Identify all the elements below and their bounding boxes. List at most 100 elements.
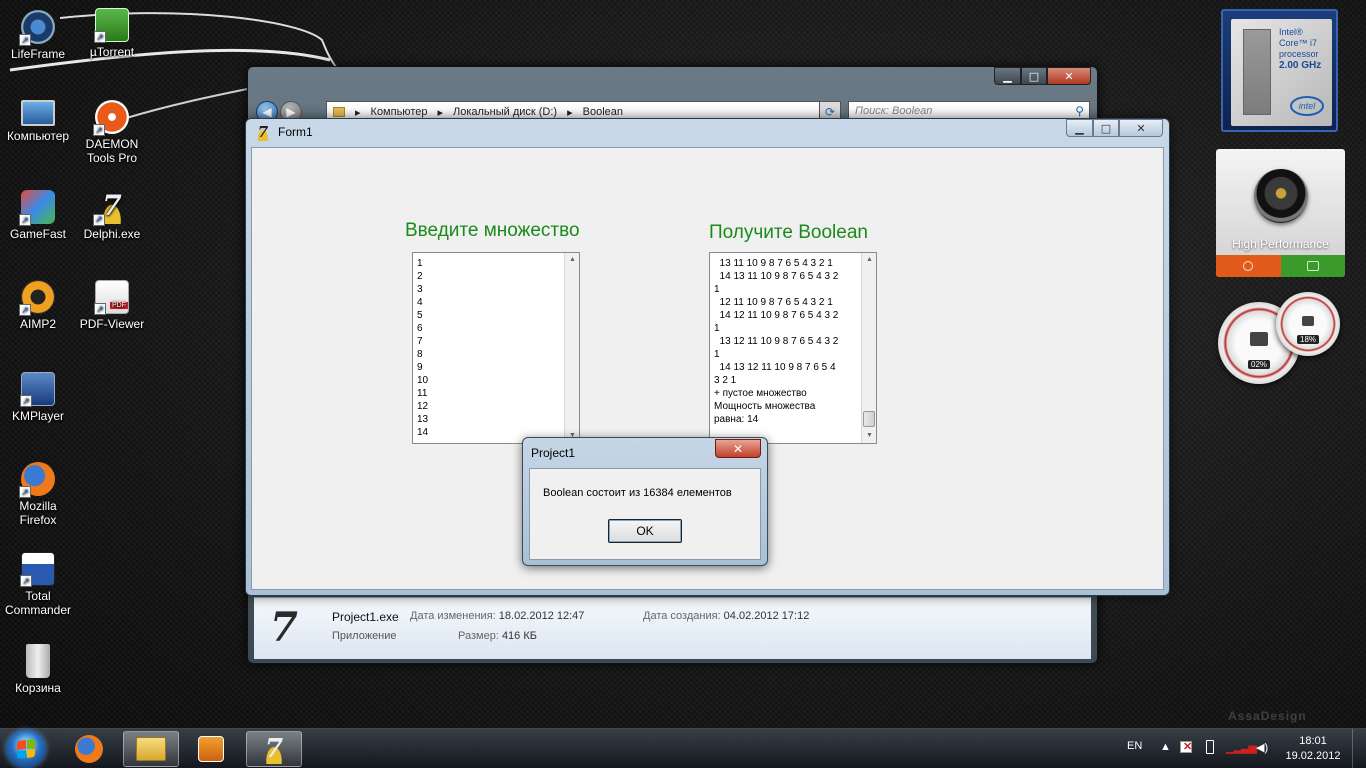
desktop-icon-daemon-tools[interactable]: ↗ DAEMON Tools Pro: [74, 100, 150, 165]
input-set-line: 1: [417, 258, 423, 269]
message-dialog[interactable]: Project1 ✕ Boolean состоит из 16384 елем…: [522, 437, 768, 566]
media-player-icon: [198, 736, 224, 762]
boolean-output-line: Мощность множества: [714, 401, 816, 412]
form1-maximize-button[interactable]: □: [1093, 119, 1119, 137]
power-saver-button[interactable]: [1216, 255, 1281, 277]
windows-logo-icon: [17, 739, 35, 759]
aimp-icon: ↗: [19, 280, 55, 316]
cpu-line: Core™ i7: [1279, 38, 1318, 48]
breadcrumb-computer[interactable]: Компьютер: [371, 106, 428, 118]
cpu-brand: Intel®: [1279, 27, 1303, 37]
desktop-icon-firefox[interactable]: ↗ Mozilla Firefox: [0, 462, 76, 527]
power-off-icon: [1243, 261, 1254, 271]
desktop-icon-recycle-bin[interactable]: Корзина: [0, 644, 76, 695]
scroll-up-icon[interactable]: ▲: [565, 253, 579, 267]
desktop-icon-computer[interactable]: Компьютер: [0, 100, 76, 143]
breadcrumb-folder[interactable]: Boolean: [583, 106, 623, 118]
cpu-gauge-value: 02%: [1247, 360, 1271, 370]
dialog-title: Project1: [531, 446, 576, 460]
boolean-output-line: 14 12 11 10 9 8 7 6 5 4 3 2: [714, 310, 839, 321]
boolean-output-line: 13 12 11 10 9 8 7 6 5 4 3 2: [714, 336, 839, 347]
taskbar-explorer[interactable]: [123, 731, 179, 767]
input-set-line: 7: [417, 336, 423, 347]
input-set-line: 13: [417, 414, 429, 425]
gamefast-icon: ↗: [19, 190, 55, 226]
cpu-badge-gadget[interactable]: Intel® Core™ i7 processor 2.00 GHz intel: [1221, 9, 1338, 132]
memory-gauge[interactable]: 18%: [1276, 292, 1340, 356]
battery-icon: [1306, 261, 1319, 271]
explorer-minimize-button[interactable]: ▁: [994, 67, 1021, 85]
memory-chip-icon: [1302, 315, 1314, 326]
scroll-down-icon[interactable]: ▼: [862, 429, 876, 443]
webcam-icon: ↗: [19, 10, 55, 46]
power-knob-icon[interactable]: [1254, 169, 1308, 223]
boolean-output-line: 14 13 11 10 9 8 7 6 5 4 3 2: [714, 271, 839, 282]
input-set-line: 3: [417, 284, 423, 295]
power-plan-label: High Performance: [1232, 237, 1329, 251]
form1-minimize-button[interactable]: ▁: [1066, 119, 1093, 137]
network-icon[interactable]: ▁▂▃▅: [1226, 741, 1257, 754]
form1-close-button[interactable]: ✕: [1119, 119, 1163, 137]
language-indicator[interactable]: EN: [1127, 740, 1142, 752]
size-value: 416 КБ: [501, 630, 537, 642]
desktop-icon-label: GameFast: [9, 227, 66, 241]
file-name: Project1.exe: [332, 610, 399, 624]
input-memo-scrollbar[interactable]: ▲ ▼: [564, 253, 579, 443]
boolean-output-line: 12 11 10 9 8 7 6 5 4 3 2 1: [714, 297, 833, 308]
show-hidden-icons-icon[interactable]: ▲: [1160, 741, 1171, 753]
desktop-icon-lifeframe[interactable]: ↗ LifeFrame: [0, 10, 76, 61]
battery-tray-icon[interactable]: [1206, 740, 1214, 754]
recycle-bin-icon: [26, 644, 50, 678]
cpu-chip-image: Intel® Core™ i7 processor 2.00 GHz intel: [1231, 19, 1332, 126]
desktop-icon-aimp[interactable]: ↗ AIMP2: [0, 280, 76, 331]
desktop-icon-label: PDF-Viewer: [79, 317, 145, 331]
breadcrumb-drive[interactable]: Локальный диск (D:): [453, 106, 557, 118]
explorer-maximize-button[interactable]: □: [1021, 67, 1047, 85]
input-set-line: 12: [417, 401, 429, 412]
scroll-up-icon[interactable]: ▲: [862, 253, 876, 267]
desktop-icon-label: KMPlayer: [11, 409, 64, 423]
taskbar-delphi-project[interactable]: 7: [246, 731, 302, 767]
explorer-close-button[interactable]: ✕: [1047, 67, 1091, 85]
desktop-icon-label: Total Commander: [4, 589, 72, 617]
output-memo-scrollbar[interactable]: ▲ ▼: [861, 253, 876, 443]
input-set-line: 5: [417, 310, 423, 321]
boolean-output-line: 1: [714, 323, 720, 334]
folder-icon: [333, 107, 345, 117]
total-commander-icon: ↗: [20, 552, 55, 587]
power-plan-gadget[interactable]: High Performance: [1216, 149, 1345, 277]
desktop-icon-label: DAEMON Tools Pro: [85, 137, 139, 165]
desktop-icon-label: Компьютер: [6, 129, 70, 143]
modified-value: 18.02.2012 12:47: [498, 610, 585, 622]
desktop-icon-utorrent[interactable]: ↗ µTorrent: [74, 8, 150, 59]
scrollbar-thumb[interactable]: [863, 411, 875, 427]
show-desktop-button[interactable]: [1352, 729, 1366, 768]
desktop-icon-pdf-viewer[interactable]: PDF ↗ PDF-Viewer: [74, 280, 150, 331]
volume-icon[interactable]: ◀): [1256, 741, 1268, 754]
input-set-memo[interactable]: 1 2 3 4 5 6 7 8 9 10 11 12 13 14 ▲ ▼: [412, 252, 580, 444]
desktop-icon-total-commander[interactable]: ↗ Total Commander: [0, 552, 76, 617]
utorrent-icon: ↗: [94, 8, 129, 43]
delphi-icon: 7 ↗: [93, 190, 129, 226]
desktop-icon-delphi[interactable]: 7 ↗ Delphi.exe: [74, 190, 150, 242]
pdf-icon: PDF ↗: [94, 280, 129, 315]
desktop-icon-gamefast[interactable]: ↗ GameFast: [0, 190, 76, 241]
desktop-icon-label: LifeFrame: [10, 47, 66, 61]
taskbar-media-player[interactable]: [183, 731, 239, 767]
tray-clock[interactable]: 18:01 19.02.2012: [1280, 734, 1346, 764]
delphi-logo-icon: 7: [254, 123, 272, 141]
boolean-result-heading: Получите Boolean: [709, 222, 868, 243]
action-center-icon[interactable]: ✕: [1180, 741, 1192, 753]
wallpaper-watermark: AssaDesign: [1228, 709, 1307, 723]
battery-mode-button[interactable]: [1280, 255, 1345, 277]
taskbar-firefox[interactable]: [61, 731, 117, 767]
boolean-output-memo[interactable]: 13 11 10 9 8 7 6 5 4 3 2 1 14 13 11 10 9…: [709, 252, 877, 444]
ok-button[interactable]: OK: [608, 519, 682, 543]
desktop-icon-kmplayer[interactable]: ↗ KMPlayer: [0, 372, 76, 423]
desktop-icon-label: AIMP2: [19, 317, 56, 331]
dialog-close-button[interactable]: ✕: [715, 439, 761, 458]
clock-time: 18:01: [1299, 735, 1327, 747]
start-button[interactable]: [6, 730, 46, 768]
boolean-output-line: равна: 14: [714, 414, 759, 425]
delphi-icon: 7: [259, 734, 289, 764]
